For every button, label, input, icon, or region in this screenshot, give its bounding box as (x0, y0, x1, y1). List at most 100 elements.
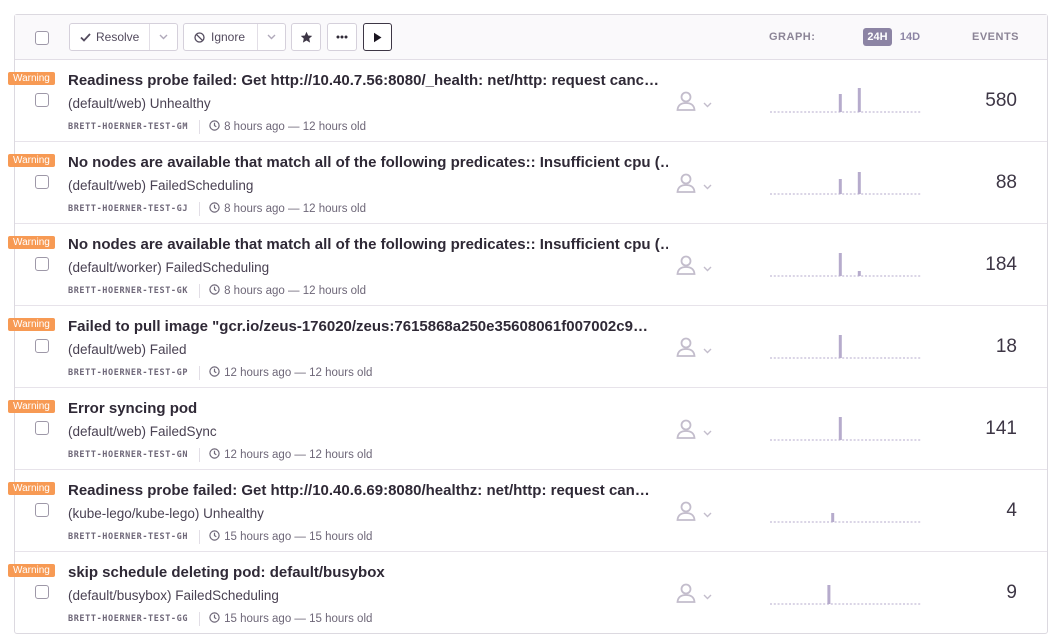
issue-checkbox[interactable] (35, 339, 49, 353)
ellipsis-icon (328, 24, 356, 50)
issue-time: 15 hours ago — 15 hours old (224, 531, 373, 543)
assignee-selector[interactable] (675, 500, 712, 527)
issue-title[interactable]: skip schedule deleting pod: default/busy… (68, 564, 668, 581)
user-icon (675, 582, 697, 609)
issue-meta: BRETT-HOERNER-TEST-GK 8 hours ago — 12 h… (68, 284, 366, 298)
chevron-down-icon (703, 95, 712, 113)
event-count: 4 (1006, 500, 1017, 521)
events-column-label: EVENTS (972, 31, 1020, 43)
chevron-down-icon (267, 34, 276, 40)
clock-icon (209, 612, 224, 626)
meta-divider (199, 202, 201, 216)
bookmark-button[interactable] (291, 23, 321, 51)
project-slug[interactable]: BRETT-HOERNER-TEST-GJ (68, 204, 188, 214)
select-all-checkbox[interactable] (35, 31, 49, 45)
issue-checkbox[interactable] (35, 503, 49, 517)
sparkline-bar (827, 585, 831, 604)
issue-title[interactable]: No nodes are available that match all of… (68, 154, 668, 171)
issue-meta: BRETT-HOERNER-TEST-GG 15 hours ago — 15 … (68, 612, 372, 626)
level-badge: Warning (8, 482, 55, 495)
event-sparkline (770, 335, 922, 359)
issue-title[interactable]: Readiness probe failed: Get http://10.40… (68, 482, 668, 499)
sparkline-bar (857, 88, 861, 112)
chevron-down-icon (703, 587, 712, 605)
meta-divider (199, 612, 201, 626)
issue-meta: BRETT-HOERNER-TEST-GP 12 hours ago — 12 … (68, 366, 372, 380)
user-icon (675, 172, 697, 199)
project-slug[interactable]: BRETT-HOERNER-TEST-GH (68, 532, 188, 542)
ignore-dropdown-button[interactable] (257, 24, 285, 50)
chevron-down-icon (703, 341, 712, 359)
level-badge: Warning (8, 236, 55, 249)
meta-divider (199, 448, 201, 462)
sparkline-bar (838, 417, 842, 440)
sparkline-bar (831, 513, 835, 522)
sparkline-bar (857, 271, 861, 276)
meta-divider (199, 530, 201, 544)
issue-row[interactable]: Warning Error syncing pod (default/web) … (8, 388, 1047, 470)
assignee-selector[interactable] (675, 254, 712, 281)
assignee-selector[interactable] (675, 336, 712, 363)
period-14d-toggle[interactable]: 14D (895, 28, 925, 46)
realtime-play-button[interactable] (363, 23, 392, 51)
project-slug[interactable]: BRETT-HOERNER-TEST-GK (68, 286, 188, 296)
event-sparkline (770, 585, 922, 605)
project-slug[interactable]: BRETT-HOERNER-TEST-GN (68, 450, 188, 460)
issue-time: 12 hours ago — 12 hours old (224, 367, 373, 379)
assignee-selector[interactable] (675, 90, 712, 117)
issue-title[interactable]: No nodes are available that match all of… (68, 236, 668, 253)
issue-row[interactable]: Warning Readiness probe failed: Get http… (8, 60, 1047, 142)
project-slug[interactable]: BRETT-HOERNER-TEST-GP (68, 368, 188, 378)
clock-icon (209, 530, 224, 544)
event-count: 18 (995, 336, 1017, 357)
event-count: 9 (1006, 582, 1017, 603)
clock-icon (209, 120, 224, 134)
issue-culprit: (default/worker) FailedScheduling (68, 260, 270, 275)
chevron-down-icon (159, 34, 168, 40)
issue-row[interactable]: Warning No nodes are available that matc… (8, 224, 1047, 306)
clock-icon (209, 366, 224, 380)
issue-checkbox[interactable] (35, 585, 49, 599)
issue-title[interactable]: Error syncing pod (68, 400, 668, 417)
assignee-selector[interactable] (675, 172, 712, 199)
event-sparkline (770, 88, 922, 113)
period-24h-toggle[interactable]: 24H (863, 28, 892, 46)
event-sparkline (770, 417, 922, 441)
event-count: 580 (985, 90, 1017, 111)
sparkline-bar (838, 335, 842, 358)
more-actions-button[interactable] (327, 23, 357, 51)
issue-title[interactable]: Failed to pull image "gcr.io/zeus-176020… (68, 318, 668, 335)
event-count: 141 (985, 418, 1017, 439)
issue-culprit: (default/web) FailedSync (68, 424, 217, 439)
issue-checkbox[interactable] (35, 93, 49, 107)
assignee-selector[interactable] (675, 582, 712, 609)
clock-icon (209, 448, 224, 462)
issue-checkbox[interactable] (35, 175, 49, 189)
project-slug[interactable]: BRETT-HOERNER-TEST-GG (68, 614, 188, 624)
issue-time: 12 hours ago — 12 hours old (224, 449, 373, 461)
issue-title[interactable]: Readiness probe failed: Get http://10.40… (68, 72, 668, 89)
ignore-button[interactable]: Ignore (184, 24, 257, 50)
event-sparkline (770, 253, 922, 277)
level-badge: Warning (8, 318, 55, 331)
sparkline-bar (857, 172, 861, 194)
level-badge: Warning (8, 154, 55, 167)
assignee-selector[interactable] (675, 418, 712, 445)
issue-list-header: Resolve Ignore GRAPH: 24H 14D EVENTS (15, 15, 1047, 60)
issue-row[interactable]: Warning No nodes are available that matc… (8, 142, 1047, 224)
issue-row[interactable]: Warning Failed to pull image "gcr.io/zeu… (8, 306, 1047, 388)
issue-checkbox[interactable] (35, 421, 49, 435)
clock-icon (209, 284, 224, 298)
issue-checkbox[interactable] (35, 257, 49, 271)
project-slug[interactable]: BRETT-HOERNER-TEST-GM (68, 122, 188, 132)
issue-time: 8 hours ago — 12 hours old (224, 121, 367, 133)
issue-row[interactable]: Warning skip schedule deleting pod: defa… (8, 552, 1047, 634)
meta-divider (199, 120, 201, 134)
resolve-dropdown-button[interactable] (149, 24, 177, 50)
issue-culprit: (default/busybox) FailedScheduling (68, 588, 279, 603)
resolve-button-group: Resolve (69, 23, 178, 51)
level-badge: Warning (8, 564, 55, 577)
issue-row[interactable]: Warning Readiness probe failed: Get http… (8, 470, 1047, 552)
resolve-button[interactable]: Resolve (70, 24, 149, 50)
sparkline-bar (838, 179, 842, 194)
